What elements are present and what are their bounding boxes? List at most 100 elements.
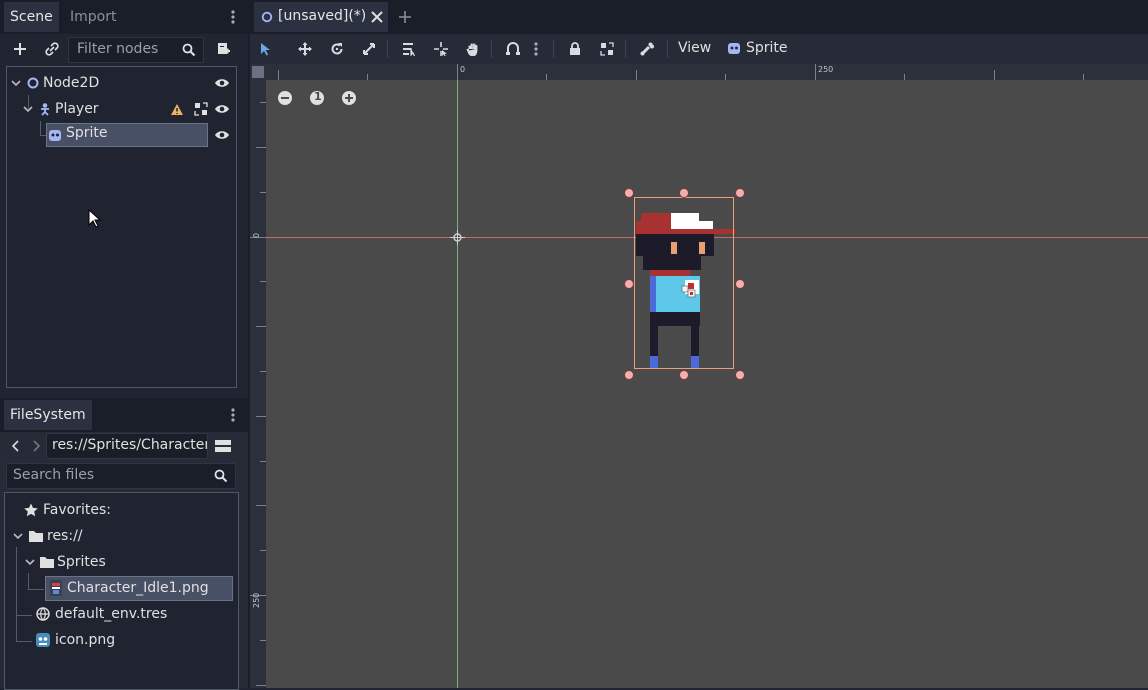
search-files-input[interactable]: Search files	[6, 463, 236, 489]
filesystem-dock-tabbar: FileSystem	[0, 398, 248, 432]
visibility-eye-icon[interactable]	[213, 101, 231, 117]
resize-handle[interactable]	[679, 370, 689, 380]
sprite-pivot-icon[interactable]	[680, 282, 698, 300]
tab-import[interactable]: Import	[64, 2, 122, 32]
favorites-label: Favorites:	[43, 502, 111, 518]
visibility-eye-icon[interactable]	[213, 75, 231, 91]
scene-dock-menu-icon[interactable]	[226, 8, 240, 26]
origin-crosshair-icon	[450, 230, 465, 245]
ruler-ticks	[278, 64, 1084, 80]
scene-dock-tabbar: Scene Import	[0, 0, 248, 34]
scene-tree: Node2D Player Sprite	[6, 66, 237, 388]
tree-item-label: Sprite	[66, 125, 108, 141]
file-item-res[interactable]: res://	[11, 524, 83, 548]
tab-filesystem-label: FileSystem	[10, 407, 86, 423]
pan-mode-icon[interactable]	[461, 37, 485, 61]
file-item-icon-png[interactable]: icon.png	[33, 628, 115, 652]
file-item-label: default_env.tres	[55, 606, 168, 622]
tree-item-player[interactable]: Player	[21, 97, 235, 121]
chevron-down-icon[interactable]	[23, 558, 37, 566]
node2d-icon	[23, 76, 43, 90]
visibility-eye-icon[interactable]	[213, 127, 231, 143]
resize-handle[interactable]	[679, 188, 689, 198]
canvas-viewport[interactable]: 1	[266, 80, 1148, 688]
star-icon	[21, 503, 41, 517]
tree-line	[40, 135, 46, 136]
view-menu[interactable]: View	[678, 40, 711, 56]
resize-handle[interactable]	[735, 370, 745, 380]
zoom-out-icon[interactable]	[276, 89, 294, 107]
zoom-reset-button[interactable]: 1	[308, 89, 326, 107]
folder-icon	[25, 530, 47, 542]
forward-arrow-icon[interactable]	[28, 436, 44, 456]
zoom-in-icon[interactable]	[340, 89, 358, 107]
sprite-menu-label: Sprite	[746, 40, 788, 56]
image-file-icon	[33, 633, 53, 647]
close-icon[interactable]	[370, 10, 384, 24]
chevron-down-icon[interactable]	[9, 79, 23, 87]
snap-options-menu-icon[interactable]	[530, 37, 542, 61]
add-node-icon[interactable]	[8, 38, 32, 60]
edit-pivot-icon[interactable]	[429, 37, 453, 61]
canvas-toolbar: View Sprite	[250, 34, 1148, 64]
tree-line	[40, 121, 41, 135]
lock-icon[interactable]	[563, 37, 587, 61]
file-item-character-idle[interactable]: Character_Idle1.png	[47, 576, 209, 600]
tree-line	[16, 641, 32, 642]
tree-item-label: Player	[55, 101, 99, 117]
filesystem-path-value: res://Sprites/Character	[52, 437, 208, 453]
skeleton-bone-icon[interactable]	[635, 37, 659, 61]
file-item-sprites[interactable]: Sprites	[23, 550, 106, 574]
node2d-icon	[260, 10, 274, 24]
file-item-label: res://	[47, 528, 83, 544]
view-menu-label: View	[678, 40, 712, 56]
file-item-default-env[interactable]: default_env.tres	[33, 602, 167, 626]
mouse-cursor-icon	[88, 209, 102, 229]
resize-handle[interactable]	[735, 279, 745, 289]
list-select-icon[interactable]	[397, 37, 421, 61]
split-view-icon[interactable]	[212, 436, 234, 456]
resize-handle[interactable]	[624, 279, 634, 289]
filter-nodes-input[interactable]: Filter nodes	[68, 37, 204, 63]
tab-import-label: Import	[70, 9, 117, 25]
warning-icon[interactable]	[169, 101, 185, 117]
group-icon[interactable]	[595, 37, 619, 61]
scene-tab[interactable]: [unsaved](*)	[254, 2, 388, 32]
search-icon	[213, 468, 229, 484]
resize-handle[interactable]	[624, 370, 634, 380]
select-mode-icon[interactable]	[254, 37, 278, 61]
tree-line	[16, 615, 32, 616]
group-selected-icon[interactable]	[193, 101, 209, 117]
back-arrow-icon[interactable]	[8, 436, 24, 456]
snap-icon[interactable]	[501, 37, 525, 61]
environment-icon	[33, 607, 53, 621]
folder-icon	[37, 556, 57, 568]
resize-handle[interactable]	[735, 188, 745, 198]
filter-nodes-placeholder: Filter nodes	[77, 41, 159, 57]
sprite-menu[interactable]: Sprite	[726, 40, 788, 56]
filesystem-dock-menu-icon[interactable]	[226, 406, 240, 424]
instance-scene-icon[interactable]	[40, 38, 64, 60]
filesystem-path-field[interactable]: res://Sprites/Character	[46, 433, 208, 459]
resize-handle[interactable]	[624, 188, 634, 198]
move-mode-icon[interactable]	[293, 37, 317, 61]
tree-line	[28, 95, 29, 109]
chevron-down-icon[interactable]	[11, 532, 25, 540]
scale-mode-icon[interactable]	[357, 37, 381, 61]
file-tree: Favorites: res:// Sprites Character_Idle…	[4, 492, 239, 690]
horizontal-ruler[interactable]: 0 250	[266, 64, 1148, 80]
rotate-mode-icon[interactable]	[325, 37, 349, 61]
ruler-corner[interactable]	[250, 64, 266, 80]
left-dock: Scene Import Filter nodes Node2D Player …	[0, 0, 248, 690]
new-tab-icon[interactable]	[396, 8, 414, 26]
zoom-reset-label: 1	[314, 90, 322, 103]
vertical-ruler[interactable]: 0 250	[250, 80, 266, 688]
attach-script-icon[interactable]	[212, 38, 234, 60]
tree-line	[28, 589, 44, 590]
tab-filesystem[interactable]: FileSystem	[4, 400, 92, 430]
tab-scene[interactable]: Scene	[4, 2, 59, 32]
ruler-label: 250	[252, 592, 261, 608]
search-icon	[181, 42, 197, 58]
favorites-row[interactable]: Favorites:	[21, 498, 111, 522]
tree-item-node2d[interactable]: Node2D	[9, 71, 235, 95]
